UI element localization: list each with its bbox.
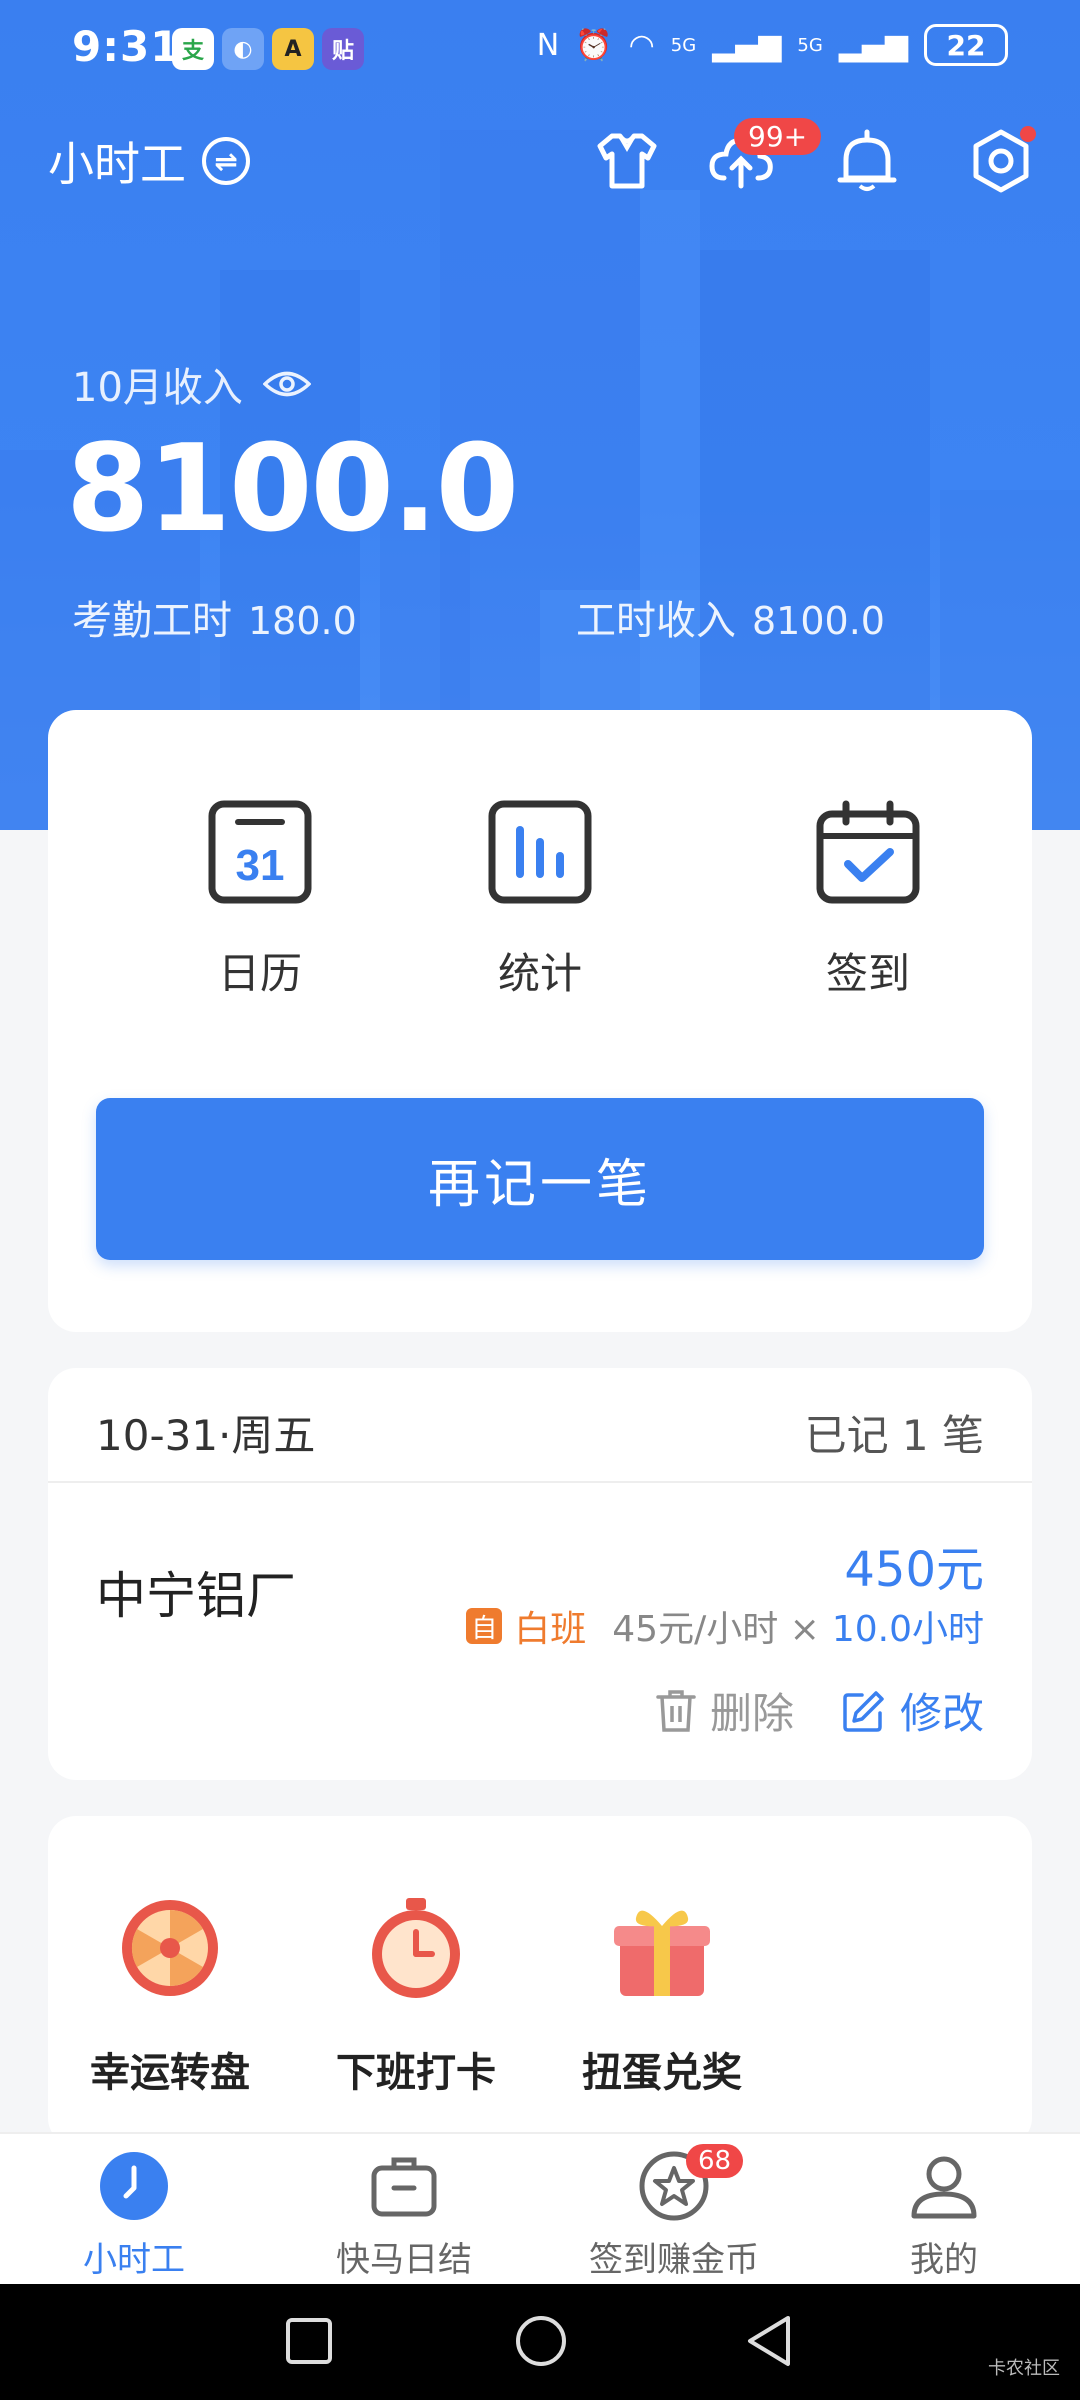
- month-label: 10月收入: [72, 365, 243, 411]
- wheel-label: 幸运转盘: [90, 2050, 250, 2096]
- clock-icon: [100, 2152, 168, 2220]
- checkin-action[interactable]: 签到: [738, 800, 998, 1001]
- gacha-prize[interactable]: 扭蛋兑奖: [562, 1896, 762, 2098]
- app-notification-icon: 贴: [322, 28, 364, 70]
- notification-app-icons: 支 ◐ A 贴: [172, 28, 364, 70]
- quick-actions-card: 31 日历 统计 签到 再记一笔: [48, 710, 1032, 1332]
- record-actions: 删除 修改: [656, 1680, 984, 1741]
- app-switcher[interactable]: 小时工 ⇌: [48, 128, 250, 194]
- shirt-icon[interactable]: [592, 126, 662, 196]
- record-header: 10-31·周五 已记 1 笔: [48, 1368, 1032, 1483]
- status-time: 9:31: [72, 22, 181, 71]
- calendar-day: 31: [236, 841, 285, 890]
- tab-coins-label: 签到赚金币: [589, 2240, 759, 2280]
- tab-coins[interactable]: 签到赚金币: [564, 2150, 784, 2281]
- calendar-action[interactable]: 31 日历: [130, 800, 390, 1001]
- app-notification-icon: ◐: [222, 28, 264, 70]
- month-income-label: 10月收入: [72, 355, 311, 413]
- app-notification-icon: A: [272, 28, 314, 70]
- tab-hourly[interactable]: 小时工: [24, 2150, 244, 2281]
- checkin-label: 签到: [825, 949, 910, 998]
- switch-icon: ⇌: [202, 137, 250, 185]
- bell-icon[interactable]: [832, 126, 902, 196]
- tab-daily-label: 快马日结: [336, 2240, 472, 2280]
- stopwatch-icon: [372, 1898, 460, 1998]
- battery-icon: 22: [924, 24, 1008, 66]
- lucky-wheel[interactable]: 幸运转盘: [70, 1896, 270, 2098]
- calendar-label: 日历: [217, 949, 302, 998]
- hourly-rate: 45元/小时 ×: [612, 1609, 820, 1650]
- gacha-label: 扭蛋兑奖: [582, 2050, 742, 2096]
- stats-label: 统计: [497, 949, 582, 998]
- tab-hourly-label: 小时工: [83, 2240, 185, 2280]
- home-icon[interactable]: [514, 2314, 568, 2368]
- signal-icon: ▂▄▆: [712, 27, 782, 63]
- promo-card: 幸运转盘 下班打卡 扭蛋兑奖: [48, 1816, 1032, 2146]
- calendar-icon: 31: [208, 800, 312, 904]
- system-nav-bar: 卡农社区: [0, 2284, 1080, 2400]
- record-card: 10-31·周五 已记 1 笔 中宁铝厂 450元 自 白班 45元/小时 × …: [48, 1368, 1032, 1780]
- shift-tag: 自: [466, 1608, 503, 1644]
- edit-label: 修改: [899, 1689, 984, 1738]
- bottom-tab-bar: 小时工 快马日结 签到赚金币 68 我的: [0, 2132, 1080, 2284]
- record-count: 已记 1 笔: [804, 1411, 984, 1460]
- hourly-income-value: 8100.0: [752, 599, 885, 643]
- record-amount: 450元: [844, 1542, 984, 1598]
- record-detail: 自 白班 45元/小时 × 10.0小时: [466, 1600, 984, 1652]
- gift-icon: [614, 1910, 710, 1996]
- edit-icon: [843, 1690, 884, 1732]
- user-icon: [911, 2156, 977, 2219]
- delete-label: 删除: [709, 1689, 794, 1738]
- hourly-income-label: 工时收入: [576, 598, 736, 644]
- briefcase-icon: [371, 2157, 437, 2217]
- attendance-hours: 考勤工时 180.0: [72, 588, 357, 646]
- delete-button[interactable]: 删除: [656, 1680, 794, 1741]
- app-notification-icon: 支: [172, 28, 214, 70]
- shift-type: 白班: [514, 1609, 587, 1650]
- back-icon[interactable]: [744, 2314, 794, 2368]
- clock-out-label: 下班打卡: [336, 2050, 496, 2096]
- watermark: 卡农社区: [988, 2358, 1060, 2379]
- signal-label: 5G: [670, 34, 697, 56]
- stats-action[interactable]: 统计: [410, 800, 670, 1001]
- wheel-icon: [122, 1900, 218, 1996]
- add-record-button[interactable]: 再记一笔: [96, 1098, 984, 1260]
- nfc-icon: N: [536, 27, 560, 63]
- upload-badge: 99+: [734, 118, 822, 155]
- coins-badge: 68: [686, 2144, 744, 2178]
- record-company: 中宁铝厂: [96, 1567, 296, 1625]
- tab-mine[interactable]: 我的: [834, 2150, 1054, 2281]
- work-hours: 10.0小时: [831, 1609, 984, 1650]
- month-income-value: 8100.0: [66, 420, 519, 559]
- settings-icon[interactable]: [966, 126, 1036, 196]
- trash-icon: [656, 1689, 696, 1732]
- hourly-income: 工时收入 8100.0: [576, 588, 885, 646]
- alarm-icon: ⏰: [575, 27, 613, 63]
- edit-button[interactable]: 修改: [842, 1680, 984, 1741]
- tab-daily[interactable]: 快马日结: [294, 2150, 514, 2281]
- eye-icon[interactable]: [262, 369, 311, 399]
- system-icons: N ⏰ ◠ 5G ▂▄▆ 5G ▂▄▆ 22: [537, 24, 1008, 66]
- calendar-check-icon: [816, 800, 920, 904]
- attendance-value: 180.0: [248, 599, 357, 643]
- attendance-label: 考勤工时: [72, 598, 232, 644]
- clock-out[interactable]: 下班打卡: [316, 1896, 516, 2098]
- wifi-icon: ◠: [628, 27, 655, 63]
- signal-label: 5G: [797, 34, 823, 56]
- bar-chart-icon: [488, 800, 592, 904]
- signal-icon: ▂▄▆: [838, 27, 908, 63]
- tab-mine-label: 我的: [910, 2240, 978, 2280]
- status-bar: 9:31 支 ◐ A 贴 N ⏰ ◠ 5G ▂▄▆ 5G ▂▄▆ 22: [0, 0, 1080, 100]
- header-background: [0, 0, 1080, 830]
- app-title: 小时工: [48, 137, 186, 191]
- record-date: 10-31·周五: [96, 1411, 316, 1460]
- recents-icon[interactable]: [284, 2316, 334, 2366]
